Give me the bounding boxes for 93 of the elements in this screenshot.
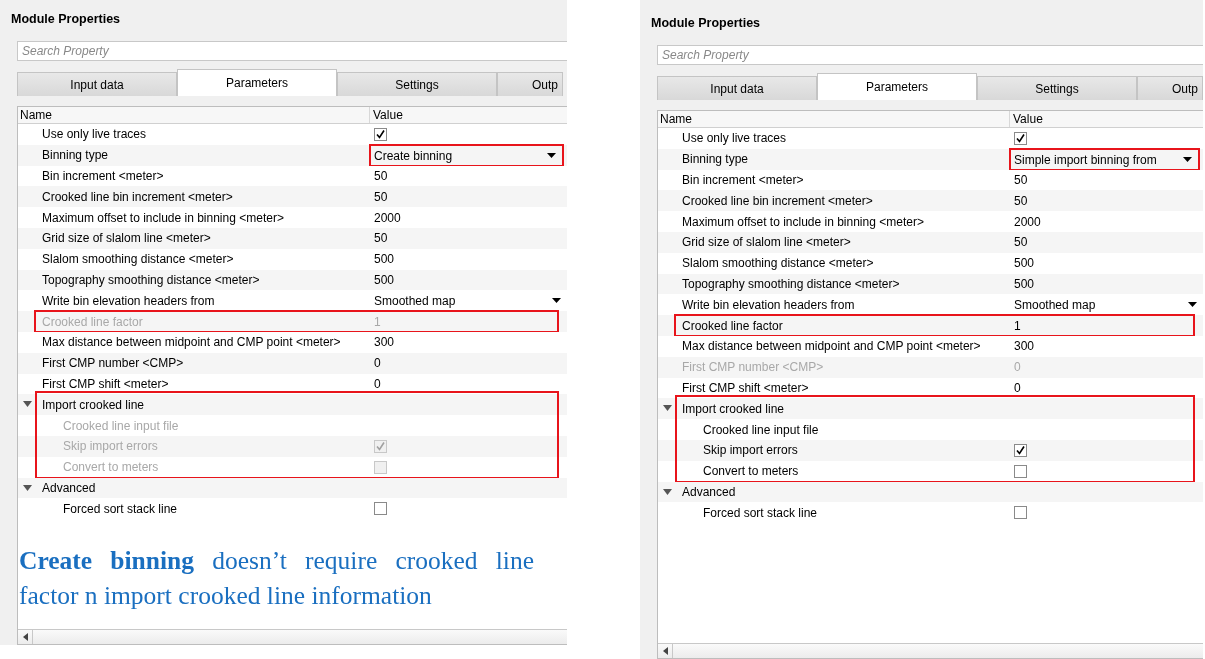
property-value: 0 (374, 356, 381, 371)
tab[interactable]: Parameters (177, 69, 337, 96)
property-name: Binning type (41, 148, 110, 163)
property-name: Binning type (681, 152, 750, 167)
property-name: Max distance between midpoint and CMP point <meter> (41, 335, 342, 350)
property-value: 50 (374, 169, 388, 183)
property-value: 50 (1014, 173, 1028, 187)
property-value: 50 (1014, 193, 1028, 208)
property-name: Write bin elevation headers from (681, 297, 856, 312)
tab[interactable]: Parameters (817, 73, 977, 100)
checkbox[interactable] (1014, 443, 1027, 457)
property-name: Convert to meters (62, 460, 160, 475)
caret-icon (1183, 157, 1192, 163)
property-value: 1 (374, 314, 381, 329)
property-name: Skip import errors (62, 439, 159, 454)
property-value: 50 (374, 189, 388, 204)
property-value: 500 (1014, 276, 1035, 291)
panel-title: Module Properties (11, 11, 121, 28)
checkbox[interactable] (374, 502, 387, 516)
property-value: 0 (1014, 360, 1021, 375)
column-header[interactable]: Value (1010, 111, 1043, 127)
property-name: Write bin elevation headers from (41, 293, 216, 308)
checkbox[interactable] (1014, 506, 1027, 520)
panel-title: Module Properties (651, 15, 761, 32)
property-name: Use only live traces (41, 127, 148, 142)
property-name: Max distance between midpoint and CMP point <meter> (681, 339, 982, 354)
property-name: Bin increment <meter> (681, 173, 805, 187)
property-value: 50 (1014, 235, 1028, 250)
column-header[interactable]: Name (18, 107, 370, 123)
property-name: Grid size of slalom line <meter> (681, 235, 852, 250)
tab[interactable]: Outp (497, 72, 563, 96)
property-value: 50 (374, 231, 388, 246)
column-header[interactable]: Name (658, 111, 1010, 127)
annotation-note: Create binning doesn’t require crooked line factor n import crooked line information (19, 545, 534, 613)
value-dropdown[interactable]: Create binning (371, 146, 562, 166)
property-name: Maximum offset to include in binning <meter> (681, 214, 925, 229)
property-name: First CMP shift <meter> (681, 380, 810, 395)
checkbox[interactable] (1014, 464, 1027, 478)
property-name: Forced sort stack line (702, 505, 819, 520)
collapse-arrow-icon[interactable] (23, 484, 32, 491)
collapse-arrow-icon[interactable] (23, 401, 32, 408)
tab[interactable]: Input data (657, 76, 817, 100)
property-name: Crooked line factor (681, 318, 784, 333)
property-name: Crooked line input file (62, 418, 180, 433)
property-name: Crooked line bin increment <meter> (41, 189, 234, 204)
scroll-left-icon[interactable] (22, 633, 28, 641)
property-value: 500 (1014, 256, 1035, 271)
property-name: Bin increment <meter> (41, 169, 165, 183)
tab[interactable]: Settings (337, 72, 497, 96)
property-value: 0 (1014, 380, 1021, 395)
value-dropdown[interactable]: Smoothed map (1014, 294, 1203, 316)
horizontal-scrollbar[interactable] (18, 629, 567, 644)
property-value: 1 (1014, 318, 1021, 333)
caret-icon (547, 153, 556, 159)
column-header[interactable]: Value (370, 107, 403, 123)
caret-icon (552, 298, 561, 304)
property-name: Topography smoothing distance <meter> (681, 276, 901, 291)
property-value: 300 (374, 335, 395, 350)
property-name: Crooked line input file (702, 422, 820, 437)
property-name: Convert to meters (702, 464, 800, 479)
property-name: Topography smoothing distance <meter> (41, 272, 261, 287)
property-name: Slalom smoothing distance <meter> (41, 252, 235, 267)
collapse-arrow-icon[interactable] (663, 488, 672, 495)
value-dropdown[interactable]: Smoothed map (374, 290, 567, 312)
scroll-left-icon[interactable] (662, 647, 668, 655)
property-name: Slalom smoothing distance <meter> (681, 256, 875, 271)
property-name: Forced sort stack line (62, 501, 179, 516)
property-name: First CMP shift <meter> (41, 376, 170, 391)
search-field[interactable]: Search Property (17, 41, 567, 61)
tab[interactable]: Outp (1137, 76, 1203, 100)
property-value: 0 (374, 376, 381, 391)
property-value: 300 (1014, 339, 1035, 354)
search-field[interactable]: Search Property (657, 45, 1203, 65)
property-name: Crooked line bin increment <meter> (681, 193, 874, 208)
property-name: Grid size of slalom line <meter> (41, 231, 212, 246)
property-value: 2000 (1014, 214, 1041, 229)
value-dropdown[interactable]: Simple import binning from (1011, 150, 1198, 170)
property-name: First CMP number <CMP> (41, 356, 185, 371)
property-name: Maximum offset to include in binning <meter> (41, 210, 285, 225)
property-name: Crooked line factor (41, 314, 144, 329)
collapse-arrow-icon[interactable] (663, 405, 672, 412)
tab[interactable]: Input data (17, 72, 177, 96)
property-value: 500 (374, 252, 395, 267)
property-name: Use only live traces (681, 131, 788, 146)
property-name: Skip import errors (702, 443, 799, 458)
property-value: 2000 (374, 210, 401, 225)
caret-icon (1188, 302, 1197, 308)
checkbox[interactable] (374, 127, 387, 141)
checkbox[interactable] (1014, 131, 1027, 145)
horizontal-scrollbar[interactable] (658, 643, 1203, 658)
property-name: First CMP number <CMP> (681, 360, 825, 375)
property-value: 500 (374, 272, 395, 287)
tab[interactable]: Settings (977, 76, 1137, 100)
